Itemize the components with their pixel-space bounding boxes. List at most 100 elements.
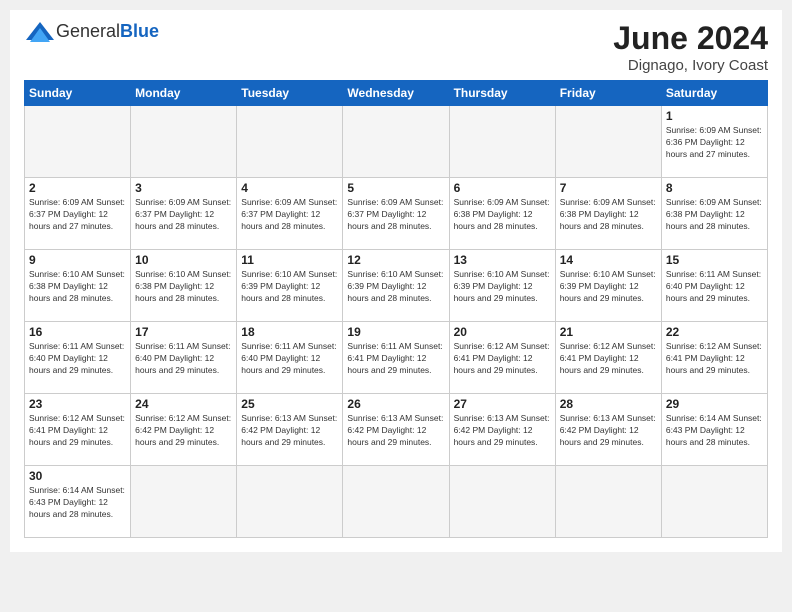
day-number: 11 <box>241 253 338 267</box>
day-number: 8 <box>666 181 763 195</box>
calendar-cell: 24Sunrise: 6:12 AM Sunset: 6:42 PM Dayli… <box>131 394 237 466</box>
calendar-cell <box>25 106 131 178</box>
calendar-cell <box>131 106 237 178</box>
calendar-cell: 19Sunrise: 6:11 AM Sunset: 6:41 PM Dayli… <box>343 322 449 394</box>
day-number: 29 <box>666 397 763 411</box>
calendar-header-row: SundayMondayTuesdayWednesdayThursdayFrid… <box>25 81 768 106</box>
calendar-cell: 6 Sunrise: 6:09 AM Sunset: 6:38 PM Daylig… <box>449 178 555 250</box>
logo: GeneralBlue <box>24 20 159 42</box>
calendar-cell: 1 Sunrise: 6:09 AM Sunset: 6:36 PM Daylig… <box>661 106 767 178</box>
day-info: Sunrise: 6:09 AM Sunset: 6:38 PM Dayligh… <box>560 197 657 233</box>
calendar-cell: 30 Sunrise: 6:14 AM Sunset: 6:43 PM Dayli… <box>25 466 131 538</box>
day-info: Sunrise: 6:11 AM Sunset: 6:40 PM Dayligh… <box>666 269 763 305</box>
day-info: Sunrise: 6:12 AM Sunset: 6:41 PM Dayligh… <box>666 341 763 377</box>
calendar-cell <box>661 466 767 538</box>
calendar-cell: 11 Sunrise: 6:10 AM Sunset: 6:39 PM Dayli… <box>237 250 343 322</box>
calendar-cell: 26 Sunrise: 6:13 AM Sunset: 6:42 PM Dayli… <box>343 394 449 466</box>
day-number: 23 <box>29 397 126 411</box>
day-number: 24 <box>135 397 232 411</box>
calendar-cell: 16Sunrise: 6:11 AM Sunset: 6:40 PM Dayli… <box>25 322 131 394</box>
logo-text: GeneralBlue <box>56 21 159 42</box>
day-info: Sunrise: 6:09 AM Sunset: 6:37 PM Dayligh… <box>135 197 232 233</box>
calendar-cell: 8 Sunrise: 6:09 AM Sunset: 6:38 PM Daylig… <box>661 178 767 250</box>
day-info: Sunrise: 6:11 AM Sunset: 6:40 PM Dayligh… <box>135 341 232 377</box>
day-number: 30 <box>29 469 126 483</box>
calendar-cell <box>343 106 449 178</box>
col-header-tuesday: Tuesday <box>237 81 343 106</box>
calendar-cell: 3 Sunrise: 6:09 AM Sunset: 6:37 PM Daylig… <box>131 178 237 250</box>
calendar-cell: 23 Sunrise: 6:12 AM Sunset: 6:41 PM Dayli… <box>25 394 131 466</box>
calendar-cell: 7 Sunrise: 6:09 AM Sunset: 6:38 PM Daylig… <box>555 178 661 250</box>
col-header-saturday: Saturday <box>661 81 767 106</box>
day-info: Sunrise: 6:09 AM Sunset: 6:37 PM Dayligh… <box>29 197 126 233</box>
day-info: Sunrise: 6:10 AM Sunset: 6:39 PM Dayligh… <box>560 269 657 305</box>
calendar-cell: 28Sunrise: 6:13 AM Sunset: 6:42 PM Dayli… <box>555 394 661 466</box>
day-info: Sunrise: 6:13 AM Sunset: 6:42 PM Dayligh… <box>347 413 444 449</box>
calendar-cell: 17 Sunrise: 6:11 AM Sunset: 6:40 PM Dayli… <box>131 322 237 394</box>
calendar-body: 1 Sunrise: 6:09 AM Sunset: 6:36 PM Daylig… <box>25 106 768 538</box>
day-number: 4 <box>241 181 338 195</box>
calendar-cell <box>449 106 555 178</box>
day-info: Sunrise: 6:10 AM Sunset: 6:39 PM Dayligh… <box>241 269 338 305</box>
day-info: Sunrise: 6:11 AM Sunset: 6:40 PM Dayligh… <box>241 341 338 377</box>
day-info: Sunrise: 6:11 AM Sunset: 6:41 PM Dayligh… <box>347 341 444 377</box>
day-number: 22 <box>666 325 763 339</box>
day-number: 13 <box>454 253 551 267</box>
col-header-monday: Monday <box>131 81 237 106</box>
calendar-week-3: 9Sunrise: 6:10 AM Sunset: 6:38 PM Daylig… <box>25 250 768 322</box>
calendar-cell: 18 Sunrise: 6:11 AM Sunset: 6:40 PM Dayli… <box>237 322 343 394</box>
calendar-cell: 22 Sunrise: 6:12 AM Sunset: 6:41 PM Dayli… <box>661 322 767 394</box>
day-info: Sunrise: 6:13 AM Sunset: 6:42 PM Dayligh… <box>454 413 551 449</box>
calendar-cell: 13 Sunrise: 6:10 AM Sunset: 6:39 PM Dayli… <box>449 250 555 322</box>
day-number: 21 <box>560 325 657 339</box>
calendar-title: June 2024 <box>613 20 768 57</box>
calendar-cell: 21 Sunrise: 6:12 AM Sunset: 6:41 PM Dayli… <box>555 322 661 394</box>
calendar-location: Dignago, Ivory Coast <box>613 57 768 74</box>
calendar-cell <box>555 106 661 178</box>
day-number: 1 <box>666 109 763 123</box>
day-number: 14 <box>560 253 657 267</box>
calendar-cell: 10Sunrise: 6:10 AM Sunset: 6:38 PM Dayli… <box>131 250 237 322</box>
calendar-table: SundayMondayTuesdayWednesdayThursdayFrid… <box>24 80 768 538</box>
calendar-cell: 25Sunrise: 6:13 AM Sunset: 6:42 PM Dayli… <box>237 394 343 466</box>
calendar-cell: 9Sunrise: 6:10 AM Sunset: 6:38 PM Daylig… <box>25 250 131 322</box>
day-number: 26 <box>347 397 444 411</box>
calendar-cell <box>449 466 555 538</box>
day-number: 9 <box>29 253 126 267</box>
day-info: Sunrise: 6:09 AM Sunset: 6:36 PM Dayligh… <box>666 125 763 161</box>
calendar-cell <box>237 466 343 538</box>
calendar-cell: 20Sunrise: 6:12 AM Sunset: 6:41 PM Dayli… <box>449 322 555 394</box>
day-info: Sunrise: 6:09 AM Sunset: 6:38 PM Dayligh… <box>454 197 551 233</box>
calendar-cell <box>237 106 343 178</box>
day-number: 6 <box>454 181 551 195</box>
calendar-cell <box>343 466 449 538</box>
day-info: Sunrise: 6:10 AM Sunset: 6:39 PM Dayligh… <box>454 269 551 305</box>
day-number: 10 <box>135 253 232 267</box>
day-info: Sunrise: 6:10 AM Sunset: 6:39 PM Dayligh… <box>347 269 444 305</box>
calendar-cell: 27Sunrise: 6:13 AM Sunset: 6:42 PM Dayli… <box>449 394 555 466</box>
calendar-week-2: 2 Sunrise: 6:09 AM Sunset: 6:37 PM Daylig… <box>25 178 768 250</box>
col-header-wednesday: Wednesday <box>343 81 449 106</box>
day-number: 2 <box>29 181 126 195</box>
calendar-cell: 29Sunrise: 6:14 AM Sunset: 6:43 PM Dayli… <box>661 394 767 466</box>
calendar-cell <box>131 466 237 538</box>
day-info: Sunrise: 6:12 AM Sunset: 6:41 PM Dayligh… <box>560 341 657 377</box>
day-number: 15 <box>666 253 763 267</box>
day-info: Sunrise: 6:12 AM Sunset: 6:41 PM Dayligh… <box>454 341 551 377</box>
day-number: 3 <box>135 181 232 195</box>
calendar-cell: 2 Sunrise: 6:09 AM Sunset: 6:37 PM Daylig… <box>25 178 131 250</box>
day-info: Sunrise: 6:14 AM Sunset: 6:43 PM Dayligh… <box>29 485 126 521</box>
day-number: 17 <box>135 325 232 339</box>
col-header-thursday: Thursday <box>449 81 555 106</box>
day-info: Sunrise: 6:11 AM Sunset: 6:40 PM Dayligh… <box>29 341 126 377</box>
day-info: Sunrise: 6:12 AM Sunset: 6:41 PM Dayligh… <box>29 413 126 449</box>
day-number: 7 <box>560 181 657 195</box>
header: GeneralBlue June 2024 Dignago, Ivory Coa… <box>24 20 768 74</box>
calendar-cell: 4Sunrise: 6:09 AM Sunset: 6:37 PM Daylig… <box>237 178 343 250</box>
day-number: 25 <box>241 397 338 411</box>
day-number: 12 <box>347 253 444 267</box>
calendar-cell <box>555 466 661 538</box>
calendar-cell: 15 Sunrise: 6:11 AM Sunset: 6:40 PM Dayli… <box>661 250 767 322</box>
day-number: 18 <box>241 325 338 339</box>
day-info: Sunrise: 6:09 AM Sunset: 6:38 PM Dayligh… <box>666 197 763 233</box>
